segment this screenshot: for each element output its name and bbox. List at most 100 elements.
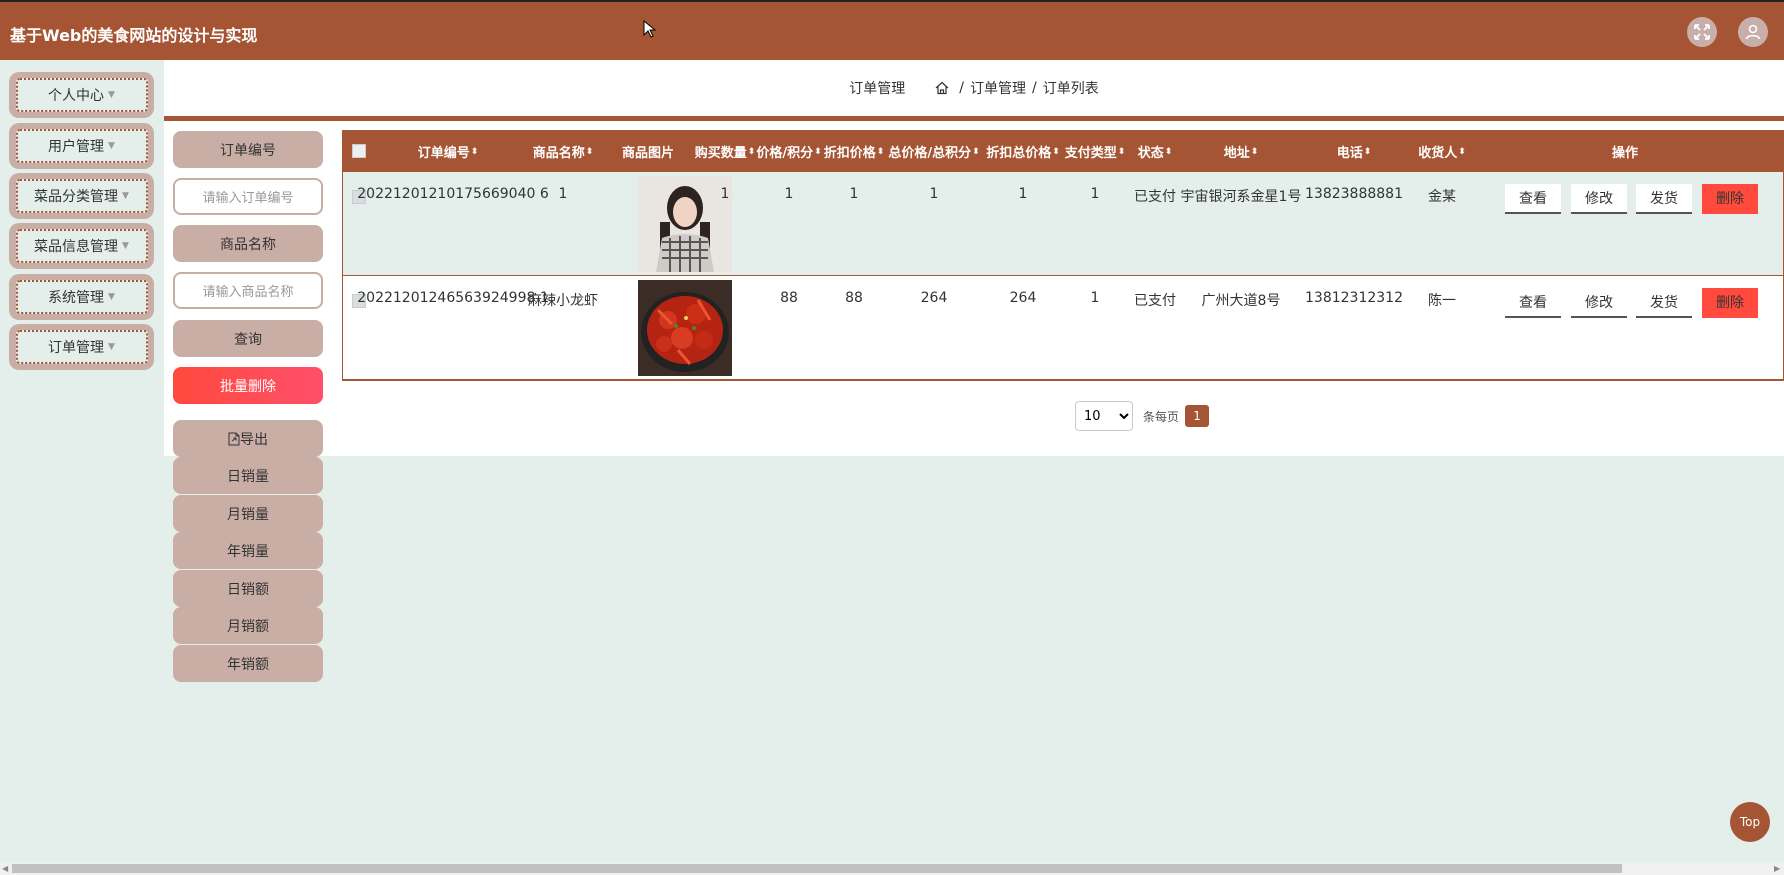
orders-table: 订单编号 ⬍ 商品名称 ⬍ 商品图片 购买数量 ⬍ 价格/积分 ⬍ 折扣价格 ⬍ 总价格/…: [342, 130, 1784, 381]
edit-button[interactable]: 修改: [1571, 184, 1627, 214]
ship-button[interactable]: 发货: [1636, 288, 1692, 318]
sort-icon: ⬍: [585, 146, 594, 157]
divider: [164, 116, 1784, 121]
table-header: 订单编号 ⬍ 商品名称 ⬍ 商品图片 购买数量 ⬍ 价格/积分 ⬍ 折扣价格 ⬍ 总价格/…: [343, 131, 1783, 172]
daily-sales-qty-button[interactable]: 日销量: [173, 457, 323, 494]
monthly-sales-qty-button[interactable]: 月销量: [173, 495, 323, 532]
daily-sales-amount-button[interactable]: 日销额: [173, 570, 323, 607]
cell-discount-price: 88: [845, 290, 863, 306]
col-qty[interactable]: 购买数量 ⬍: [693, 131, 757, 172]
back-to-top-button[interactable]: Top: [1730, 802, 1770, 842]
cell-qty: 1: [720, 186, 730, 202]
col-price[interactable]: 价格/积分 ⬍: [756, 131, 821, 172]
cell-receiver: 金某: [1428, 189, 1456, 205]
view-button[interactable]: 查看: [1505, 184, 1561, 214]
cell-price: 1: [784, 186, 794, 202]
edit-button[interactable]: 修改: [1571, 288, 1627, 318]
select-all-checkbox[interactable]: [352, 144, 366, 158]
sort-icon: ⬍: [972, 146, 980, 157]
monthly-sales-amount-button[interactable]: 月销额: [173, 607, 323, 644]
sidebar-item-label: 个人中心: [48, 88, 105, 104]
yearly-sales-amount-button[interactable]: 年销额: [173, 645, 323, 682]
scrollbar-thumb[interactable]: [12, 864, 1622, 873]
cell-discount-total: 264: [1009, 290, 1037, 306]
col-phone[interactable]: 电话 ⬍: [1299, 131, 1409, 172]
table-row: 20221201246563924998 1 麻辣小龙虾 3 88 88 264…: [343, 276, 1783, 380]
search-button[interactable]: 查询: [173, 320, 323, 357]
cell-order-no: 20221201210175669040 6: [357, 186, 549, 202]
main-panel: 订单管理 / 订单管理 / 订单列表 订单编号 请输入订单编号 商品名称 请输入…: [164, 60, 1784, 682]
col-discount-price[interactable]: 折扣价格 ⬍: [821, 131, 887, 172]
col-status[interactable]: 状态 ⬍: [1127, 131, 1183, 172]
sidebar-item-orders[interactable]: 订单管理 ▼: [9, 324, 154, 370]
sidebar-item-label: 用户管理: [48, 139, 105, 155]
sort-icon: ⬍: [1458, 146, 1466, 157]
breadcrumb-separator: /: [959, 80, 964, 96]
cell-pay-type: 1: [1090, 290, 1100, 306]
cell-total: 1: [929, 186, 939, 202]
sidebar-item-personal-center[interactable]: 个人中心 ▼: [9, 72, 154, 118]
col-discount-total[interactable]: 折扣总价格 ⬍: [983, 131, 1063, 172]
sort-icon: ⬍: [1117, 146, 1126, 157]
goods-name-label: 商品名称: [173, 225, 323, 262]
caret-down-icon: ▼: [122, 191, 129, 201]
col-receiver[interactable]: 收货人 ⬍: [1409, 131, 1475, 172]
export-button[interactable]: 导出: [173, 420, 323, 457]
page-size-select[interactable]: 10: [1075, 401, 1133, 431]
user-avatar-icon[interactable]: [1738, 17, 1768, 47]
cell-address: 广州大道8号: [1201, 293, 1281, 309]
breadcrumb-level2: 订单列表: [1042, 81, 1099, 97]
top-header: 基于Web的美食网站的设计与实现: [0, 0, 1784, 60]
breadcrumb-level1[interactable]: 订单管理: [970, 78, 1026, 98]
cell-discount-price: 1: [849, 186, 859, 202]
fullscreen-icon[interactable]: [1687, 17, 1717, 47]
cell-total: 264: [920, 290, 948, 306]
col-order-no[interactable]: 订单编号 ⬍: [378, 131, 518, 172]
horizontal-scrollbar[interactable]: ◀ ▶: [0, 862, 1784, 875]
yearly-sales-qty-button[interactable]: 年销量: [173, 532, 323, 569]
batch-delete-button[interactable]: 批量删除: [173, 367, 323, 404]
cell-pay-type: 1: [1090, 186, 1100, 202]
pagination: 10 条每页 1: [1075, 401, 1210, 431]
home-icon[interactable]: [935, 81, 949, 95]
sidebar-item-label: 订单管理: [48, 340, 105, 356]
caret-down-icon: ▼: [108, 90, 115, 100]
cell-goods-name: 麻辣小龙虾: [528, 293, 598, 309]
caret-down-icon: ▼: [108, 342, 115, 352]
mouse-cursor-icon: [643, 19, 657, 42]
sidebar-item-dish-category[interactable]: 菜品分类管理 ▼: [9, 173, 154, 219]
ship-button[interactable]: 发货: [1636, 184, 1692, 214]
sidebar-item-user-management[interactable]: 用户管理 ▼: [9, 123, 154, 169]
sidebar-item-label: 菜品信息管理: [34, 239, 119, 255]
col-total[interactable]: 总价格/总积分 ⬍: [887, 131, 981, 172]
col-address[interactable]: 地址 ⬍: [1183, 131, 1299, 172]
sidebar-item-dish-info[interactable]: 菜品信息管理 ▼: [9, 223, 154, 269]
cell-address: 宇宙银河系金星1号: [1180, 189, 1302, 205]
sidebar-item-system[interactable]: 系统管理 ▼: [9, 274, 154, 320]
sidebar-item-label: 菜品分类管理: [34, 189, 119, 205]
export-label: 导出: [240, 431, 268, 448]
scroll-right-icon[interactable]: ▶: [1774, 864, 1780, 873]
page-title: 订单管理: [849, 81, 906, 97]
breadcrumb: 订单管理 / 订单管理 / 订单列表: [164, 60, 1784, 116]
view-button[interactable]: 查看: [1505, 288, 1561, 318]
col-goods-name[interactable]: 商品名称 ⬍: [528, 131, 598, 172]
page-number-button[interactable]: 1: [1185, 405, 1210, 427]
scroll-left-icon[interactable]: ◀: [2, 864, 8, 873]
cell-order-no: 20221201246563924998 1: [357, 290, 549, 306]
col-goods-image: 商品图片: [621, 146, 674, 161]
app-title: 基于Web的美食网站的设计与实现: [10, 26, 258, 45]
order-no-input[interactable]: 请输入订单编号: [173, 178, 323, 215]
sort-icon: ⬍: [1164, 146, 1173, 157]
delete-button[interactable]: 删除: [1702, 184, 1758, 214]
sidebar: 个人中心 ▼ 用户管理 ▼ 菜品分类管理 ▼ 菜品信息管理 ▼ 系统管理 ▼ 订单管理 ▼: [0, 60, 164, 860]
col-pay-type[interactable]: 支付类型 ⬍: [1063, 131, 1127, 172]
cell-qty: 3: [720, 290, 730, 306]
sort-icon: ⬍: [1052, 146, 1060, 157]
sort-icon: ⬍: [470, 146, 479, 157]
export-icon: [228, 432, 240, 445]
delete-button[interactable]: 删除: [1702, 288, 1758, 318]
goods-name-input[interactable]: 请输入商品名称: [173, 272, 323, 309]
table-row: 20221201210175669040 6 1 1 1 1 1 1 1 已支付: [343, 172, 1783, 276]
cell-goods-name: 1: [558, 186, 568, 202]
